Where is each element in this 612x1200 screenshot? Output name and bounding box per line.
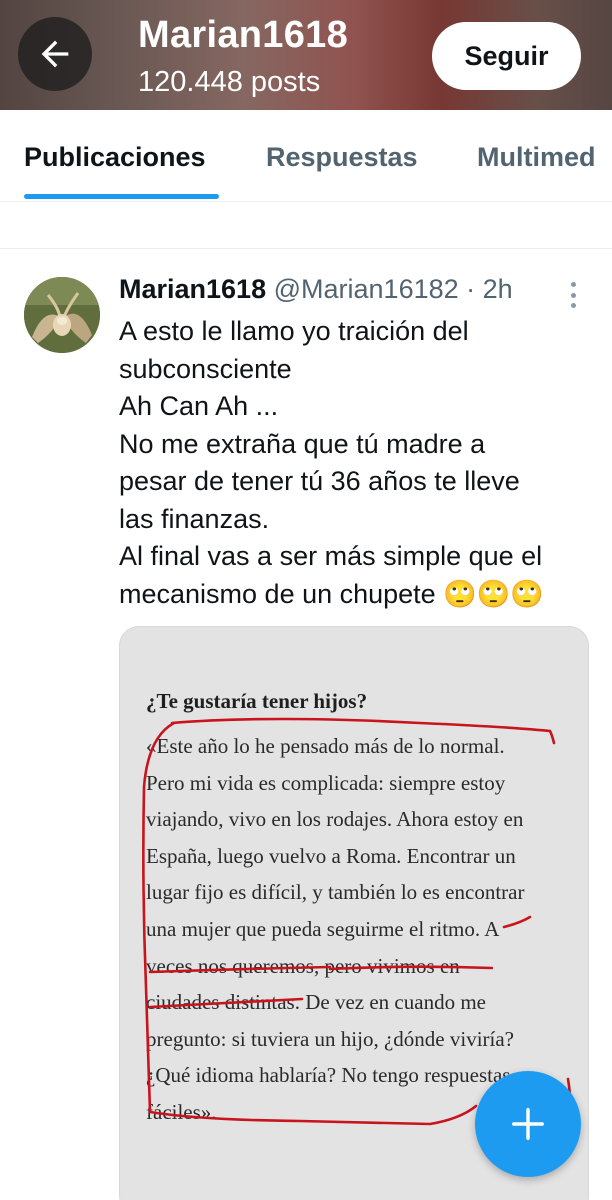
post-text-line: subconsciente [119,353,292,384]
posts-count: 120.448 posts [138,66,321,98]
media-text-line: veces nos queremos, pero vivimos en [146,953,460,978]
profile-tabs: Publicaciones Respuestas Multimed [0,110,612,202]
media-text-line: ciudades distintas. De vez en cuando me [146,990,486,1015]
media-text-line: España, luego vuelvo a Roma. Encontrar u… [146,843,516,868]
media-text: «Este año lo he pensado más de lo normal… [146,728,576,1131]
tab-respuestas[interactable]: Respuestas [266,142,418,173]
post-text-line: Ah Can Ah ... [119,391,279,421]
media-text-line: Pero mi vida es complicada: siempre esto… [146,770,506,795]
more-options-icon[interactable] [566,282,580,308]
media-text-line: «Este año lo he pensado más de lo normal… [146,734,505,758]
post-text-line: A esto le llamo yo traición del [119,316,469,346]
compose-button[interactable] [475,1071,581,1177]
arrow-left-icon [41,40,69,68]
post-header: Marian1618 @Marian16182 · 2h [119,274,513,305]
avatar[interactable] [24,277,100,353]
tab-multimedia[interactable]: Multimed [477,142,596,173]
tab-publicaciones[interactable]: Publicaciones [24,142,206,173]
post-text-line: Al final vas a ser más simple que el [119,541,543,571]
post-text-line: No me extraña que tú madre a [119,428,486,459]
divider [0,248,612,249]
media-text-line: pregunto: si tuviera un hijo, ¿dónde viv… [146,1026,514,1051]
post-text-line: mecanismo de un chupete 🙄🙄🙄 [119,578,545,609]
post-text-line: pesar de tener tú 36 años te lleve [119,466,520,496]
media-text-line: lugar fijo es difícil, y también lo es e… [146,880,525,905]
moth-avatar-image [24,277,100,353]
post-author-name[interactable]: Marian1618 [119,274,266,304]
post-meta: @Marian16182 · 2h [273,274,513,304]
plus-icon [512,1108,544,1140]
media-text-line: viajando, vivo en los rodajes. Ahora est… [146,807,524,832]
media-title: ¿Te gustaría tener hijos? [146,689,368,713]
follow-button[interactable]: Seguir [432,22,581,90]
post-text-line: las finanzas. [119,503,270,534]
profile-header: Marian1618 120.448 posts Seguir [0,0,612,110]
active-tab-indicator [24,194,219,199]
back-button[interactable] [18,17,92,91]
profile-name: Marian1618 [138,14,349,56]
media-text-line: una mujer que pueda seguirme el ritmo. A [146,916,500,941]
post-text: A esto le llamo yo traición del subconsc… [119,313,599,613]
